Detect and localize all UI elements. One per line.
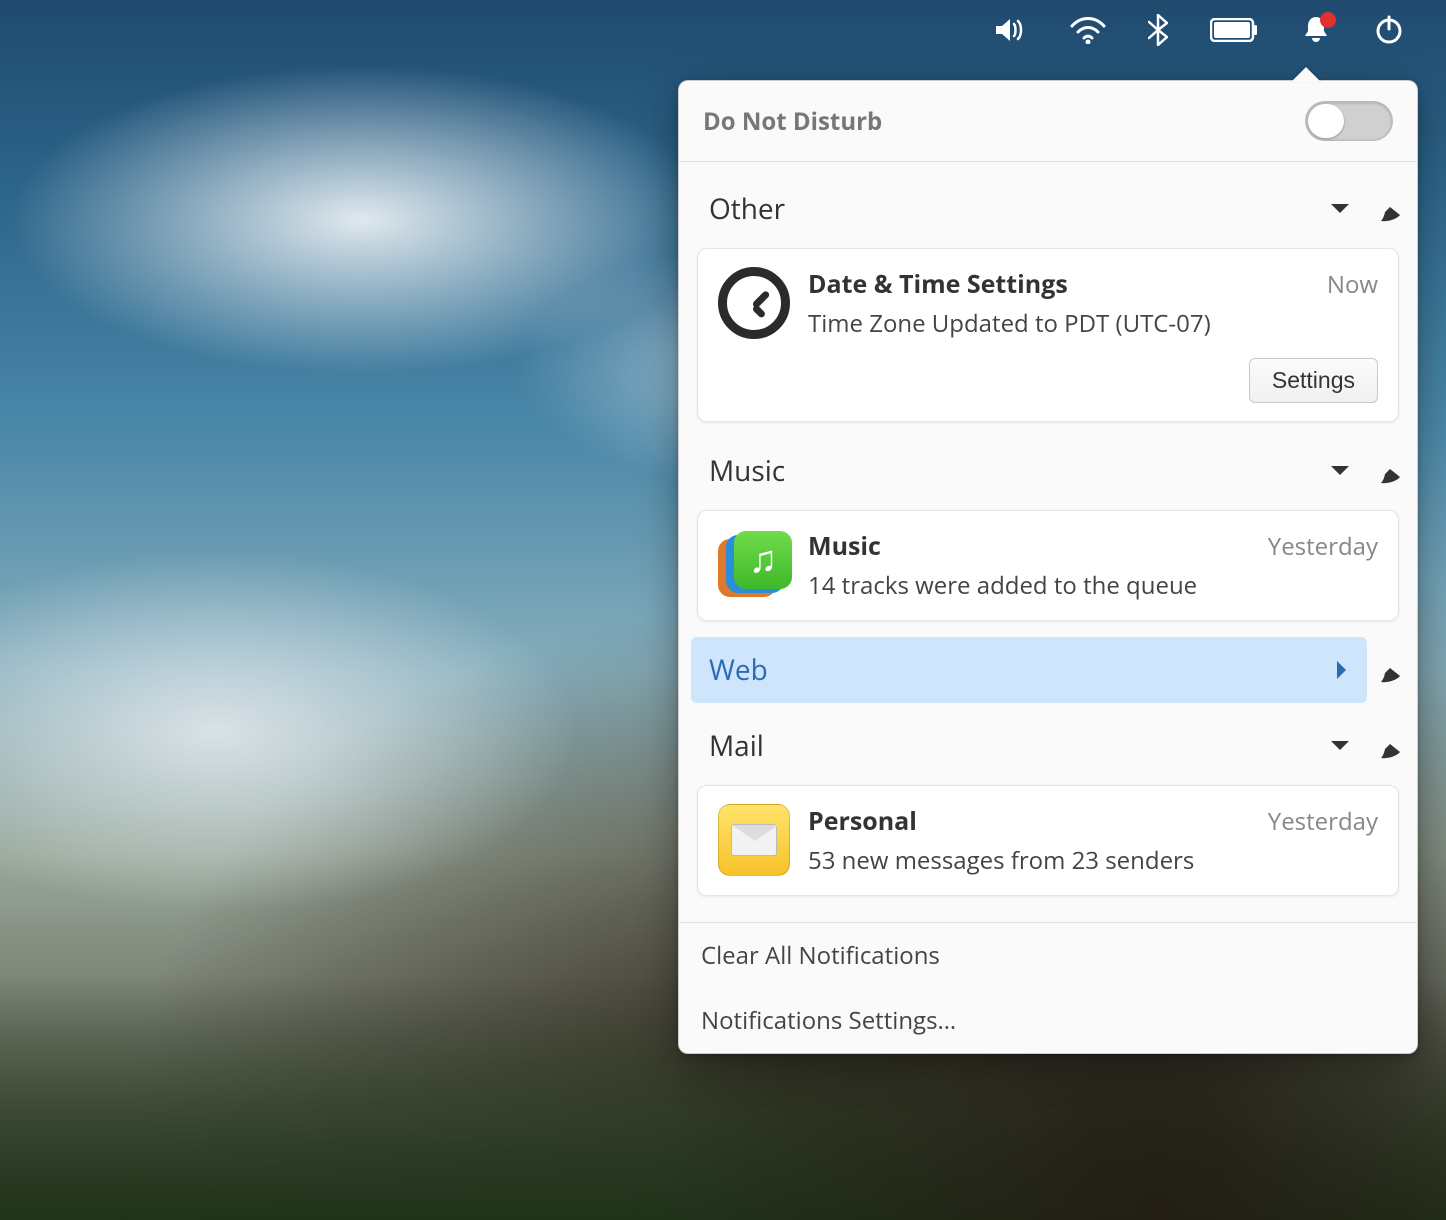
volume-icon[interactable] — [994, 16, 1028, 44]
group-header-music[interactable]: Music — [691, 438, 1317, 504]
notification-card[interactable]: Personal Yesterday 53 new messages from … — [697, 785, 1399, 896]
group-header-web[interactable]: Web — [691, 637, 1367, 703]
group-title: Music — [709, 452, 1299, 490]
chevron-right-icon[interactable] — [1335, 659, 1349, 681]
notification-time: Yesterday — [1268, 805, 1378, 838]
do-not-disturb-row: Do Not Disturb — [679, 81, 1417, 162]
clear-all-button[interactable]: Clear All Notifications — [679, 923, 1417, 988]
notifications-icon[interactable] — [1300, 14, 1332, 46]
notification-title: Personal — [808, 804, 917, 838]
bluetooth-icon[interactable] — [1148, 14, 1168, 46]
menu-bar — [0, 0, 1446, 60]
clear-group-icon[interactable] — [1379, 195, 1405, 223]
notifications-settings-button[interactable]: Notifications Settings… — [679, 988, 1417, 1053]
notification-card[interactable]: ♫ Music Yesterday 14 tracks were added t… — [697, 510, 1399, 621]
group-title: Other — [709, 190, 1299, 228]
chevron-down-icon[interactable] — [1329, 739, 1351, 753]
chevron-down-icon[interactable] — [1329, 464, 1351, 478]
wifi-icon[interactable] — [1070, 16, 1106, 44]
group-title: Mail — [709, 727, 1299, 765]
notification-body: 14 tracks were added to the queue — [808, 569, 1378, 602]
clock-icon — [718, 267, 790, 339]
music-app-icon: ♫ — [718, 529, 790, 601]
clear-group-icon[interactable] — [1379, 457, 1405, 485]
notification-sections: Other Date & Time Settings Now — [679, 162, 1417, 914]
notification-center-popover: Do Not Disturb Other Date — [678, 80, 1418, 1054]
battery-icon[interactable] — [1210, 18, 1258, 42]
settings-button[interactable]: Settings — [1249, 358, 1378, 403]
notification-time: Yesterday — [1268, 530, 1378, 563]
notification-card[interactable]: Date & Time Settings Now Time Zone Updat… — [697, 248, 1399, 422]
notification-title: Music — [808, 529, 881, 563]
notification-badge — [1320, 12, 1336, 28]
group-header-other[interactable]: Other — [691, 176, 1317, 242]
mail-app-icon — [718, 804, 790, 876]
chevron-down-icon[interactable] — [1329, 202, 1351, 216]
do-not-disturb-toggle[interactable] — [1305, 101, 1393, 141]
notification-body: 53 new messages from 23 senders — [808, 844, 1378, 877]
group-title: Web — [709, 651, 1323, 689]
notification-title: Date & Time Settings — [808, 267, 1068, 301]
group-header-mail[interactable]: Mail — [691, 713, 1317, 779]
clear-group-icon[interactable] — [1379, 656, 1405, 684]
popover-footer: Clear All Notifications Notifications Se… — [679, 922, 1417, 1053]
clear-group-icon[interactable] — [1379, 732, 1405, 760]
power-icon[interactable] — [1374, 15, 1404, 45]
notification-time: Now — [1327, 268, 1378, 301]
do-not-disturb-label: Do Not Disturb — [703, 105, 882, 138]
notification-body: Time Zone Updated to PDT (UTC-07) — [808, 307, 1378, 340]
